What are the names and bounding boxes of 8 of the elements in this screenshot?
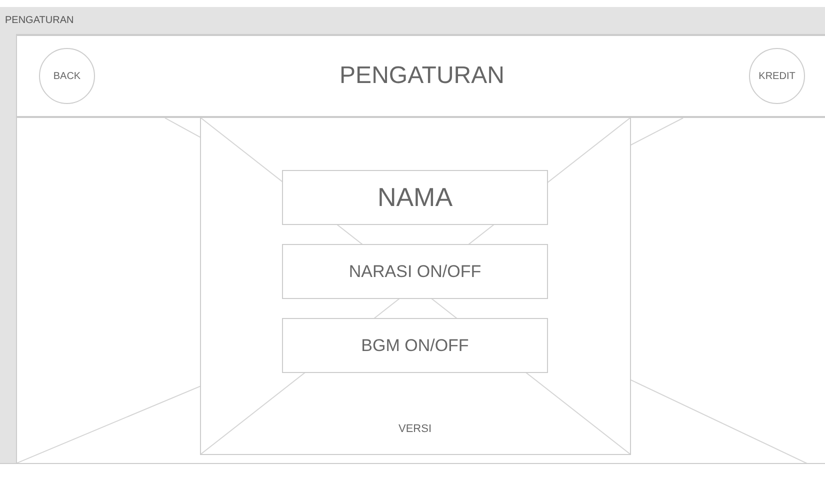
menu-button[interactable]: NARASI ON/OFF (282, 244, 548, 299)
version-label: VERSI (398, 423, 432, 435)
window-title: PENGATURAN (5, 15, 74, 26)
page-title: PENGATURAN (340, 62, 504, 90)
back-button[interactable]: BACK (39, 48, 95, 104)
menu-button[interactable]: BGM ON/OFF (282, 318, 548, 373)
credit-button[interactable]: KREDIT (749, 48, 805, 104)
menu-button[interactable]: NAMA (282, 170, 548, 225)
